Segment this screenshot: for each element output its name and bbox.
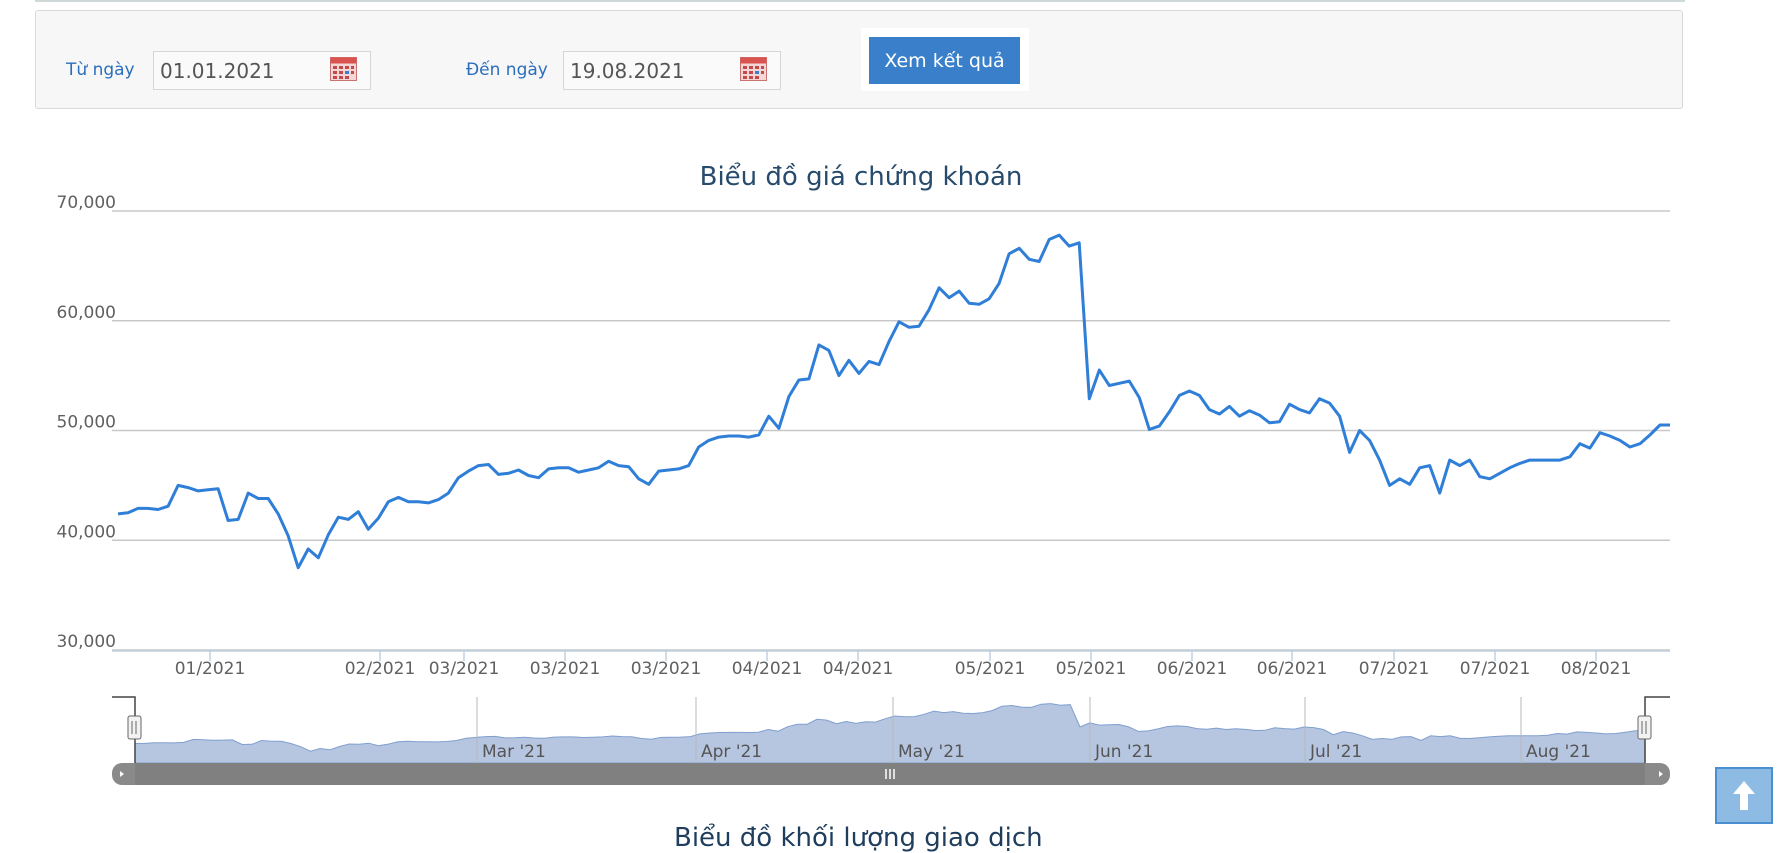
- from-date-label: Từ ngày: [66, 60, 135, 80]
- y-tick-label: 50,000: [57, 413, 116, 433]
- chart-gridlines: [112, 210, 1670, 651]
- x-tick-label: 06/2021: [1257, 659, 1328, 679]
- x-tick-label: 04/2021: [732, 659, 803, 679]
- navigator-label: Jul '21: [1309, 742, 1362, 762]
- date-filter-panel: Từ ngày Đến ngày Xem kết quả: [35, 10, 1683, 109]
- navigator-label: Mar '21: [482, 742, 546, 762]
- arrow-up-icon: [1733, 781, 1755, 810]
- x-tick-label: 01/2021: [175, 659, 246, 679]
- navigator-handle-left[interactable]: [127, 715, 142, 740]
- to-date-label: Đến ngày: [466, 60, 548, 80]
- x-tick-label: 05/2021: [955, 659, 1026, 679]
- navigator-label: Aug '21: [1526, 742, 1591, 762]
- next-chart-title: Biểu đồ khối lượng giao dịch: [674, 823, 1043, 853]
- submit-button-frame: Xem kết quả: [861, 28, 1029, 91]
- scroll-to-top-button[interactable]: [1715, 767, 1773, 824]
- navigator-label: Apr '21: [701, 742, 762, 762]
- x-tick-label: 07/2021: [1359, 659, 1430, 679]
- price-series-line: [117, 233, 1670, 570]
- x-tick-label: 05/2021: [1056, 659, 1127, 679]
- chart-title: Biểu đồ giá chứng khoán: [700, 161, 1023, 192]
- x-tick-label: 02/2021: [345, 659, 416, 679]
- navigator-scrollbar[interactable]: [112, 763, 1670, 785]
- y-tick-label: 60,000: [57, 303, 116, 323]
- y-tick-label: 30,000: [57, 632, 116, 652]
- calendar-icon[interactable]: [740, 57, 767, 81]
- stock-price-chart: Biểu đồ giá chứng khoán 70,000 60,000 50,0…: [57, 161, 1670, 785]
- navigator-label: May '21: [898, 742, 965, 762]
- x-tick-label: 07/2021: [1460, 659, 1531, 679]
- y-axis: 70,000 60,000 50,000 40,000 30,000: [57, 193, 116, 652]
- x-tick-label: 03/2021: [631, 659, 702, 679]
- y-tick-label: 70,000: [57, 193, 116, 213]
- range-navigator[interactable]: Mar '21 Apr '21 May '21 Jun '21 Jul '21 Aug '…: [112, 696, 1670, 785]
- y-tick-label: 40,000: [57, 522, 116, 542]
- x-tick-label: 03/2021: [429, 659, 500, 679]
- view-results-button[interactable]: Xem kết quả: [869, 37, 1020, 84]
- x-tick-label: 03/2021: [530, 659, 601, 679]
- navigator-label: Jun '21: [1094, 742, 1153, 762]
- navigator-handle-right[interactable]: [1637, 715, 1652, 740]
- x-tick-label: 06/2021: [1157, 659, 1228, 679]
- x-tick-label: 04/2021: [823, 659, 894, 679]
- navigator-area: [134, 703, 1646, 764]
- top-divider: [35, 0, 1685, 2]
- x-axis: 01/2021 02/2021 03/2021 03/2021 03/2021 04/20…: [112, 650, 1670, 679]
- x-tick-label: 08/2021: [1561, 659, 1632, 679]
- calendar-icon[interactable]: [330, 57, 357, 81]
